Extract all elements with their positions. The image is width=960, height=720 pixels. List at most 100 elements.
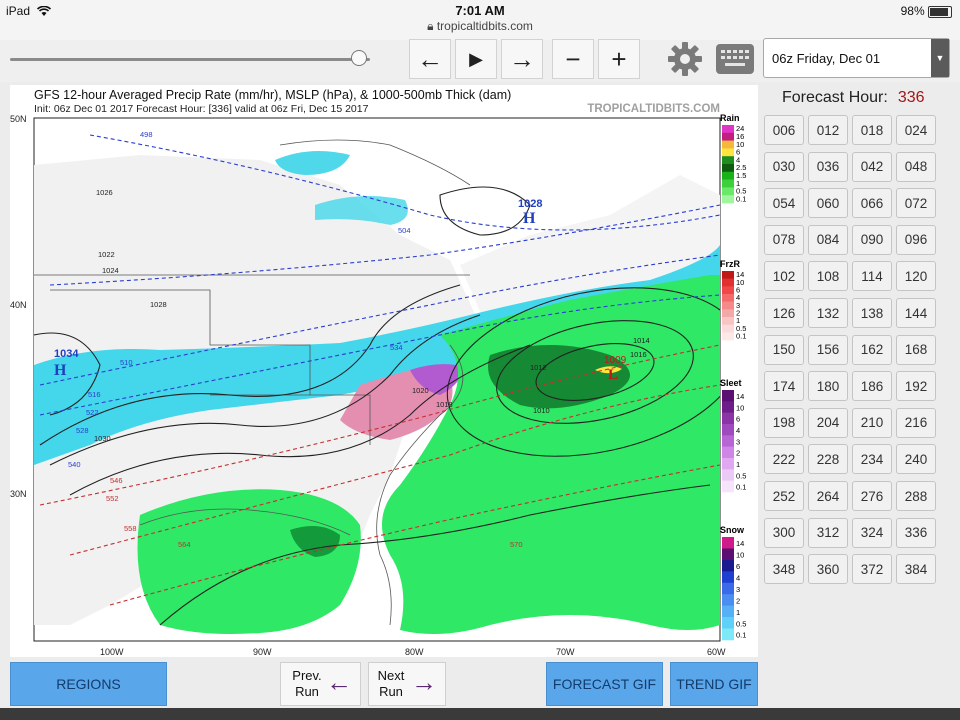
forecast-hour-button[interactable]: 384 [896,554,936,585]
forecast-hour-button[interactable]: 198 [764,407,804,438]
zoom-in-button[interactable]: + [598,39,640,79]
forecast-hour-button[interactable]: 006 [764,115,804,145]
forecast-hour-button[interactable]: 252 [764,481,804,511]
forecast-hour-button[interactable]: 264 [808,481,848,511]
step-back-button[interactable]: ← [409,39,451,79]
forecast-hour-button[interactable]: 192 [896,371,936,402]
forecast-hour-button[interactable]: 186 [852,371,892,402]
forecast-hour-button[interactable]: 156 [808,334,848,365]
forecast-gif-button[interactable]: FORECAST GIF [546,662,663,706]
forecast-hour-button[interactable]: 012 [808,115,848,145]
legend-tick-label: 6 [736,562,740,571]
forecast-hour-button[interactable]: 168 [896,334,936,365]
isobar-label: 1018 [436,400,453,409]
thickness-label: 540 [68,460,81,469]
forecast-hour-button[interactable]: 372 [852,554,892,585]
forecast-hour-button[interactable]: 162 [852,334,892,365]
legend-swatch [722,480,734,493]
forecast-hour-button[interactable]: 030 [764,151,804,182]
legend-swatch [722,390,734,402]
forecast-hour-button[interactable]: 336 [896,517,936,548]
arrow-left-icon: ← [417,43,443,74]
forecast-hour-button[interactable]: 240 [896,444,936,475]
status-bar: iPad 7:01 AM 🔒︎ tropicaltidbits.com 98% [0,0,960,40]
forecast-hour-button[interactable]: 210 [852,407,892,438]
forecast-hour-button[interactable]: 138 [852,298,892,328]
forecast-hour-button[interactable]: 348 [764,554,804,585]
forecast-hour-button[interactable]: 324 [852,517,892,548]
forecast-hour-button[interactable]: 150 [764,334,804,365]
forecast-hour-button[interactable]: 312 [808,517,848,548]
latitude-label: 50N [10,114,27,124]
forecast-hour-button[interactable]: 126 [764,298,804,328]
map-title: GFS 12-hour Averaged Precip Rate (mm/hr)… [34,88,511,102]
legend-swatch [722,148,734,157]
trend-gif-button[interactable]: TREND GIF [670,662,758,706]
forecast-hour-button[interactable]: 144 [896,298,936,328]
forecast-hour-button[interactable]: 108 [808,261,848,292]
forecast-hour-button[interactable]: 060 [808,188,848,219]
forecast-hour-button[interactable]: 114 [852,261,892,292]
rain-area-gulf [137,489,361,634]
next-run-button[interactable]: Next Run → [368,662,446,706]
legend-swatch [722,458,734,470]
isobar-label: 1012 [530,363,547,372]
zoom-out-button[interactable]: − [552,39,594,79]
forecast-hour-button[interactable]: 084 [808,224,848,255]
isobar-label: 1022 [98,250,115,259]
minus-icon: − [565,43,581,74]
forecast-hour-button[interactable]: 222 [764,444,804,475]
forecast-hour-button[interactable]: 054 [764,188,804,219]
forecast-hour-button[interactable]: 120 [896,261,936,292]
keyboard-button[interactable] [716,44,754,74]
clock: 7:01 AM [455,3,505,18]
regions-button[interactable]: REGIONS [10,662,167,706]
legend-swatch [722,271,734,279]
forecast-hour-button[interactable]: 216 [896,407,936,438]
forecast-hour-button[interactable]: 024 [896,115,936,145]
forecast-map[interactable]: GFS 12-hour Averaged Precip Rate (mm/hr)… [10,85,758,657]
time-slider[interactable] [10,58,370,61]
legend-tick-label: 3 [736,585,740,594]
forecast-hour-button[interactable]: 204 [808,407,848,438]
forecast-hour-button[interactable]: 276 [852,481,892,511]
forecast-hour-button[interactable]: 042 [852,151,892,182]
legend-swatch [722,412,734,425]
thickness-label: 498 [140,130,153,139]
play-button[interactable]: ▶ [455,39,497,79]
battery-percent: 98% [900,4,925,18]
forecast-hour-button[interactable]: 018 [852,115,892,145]
forecast-hour-button[interactable]: 360 [808,554,848,585]
legend-swatch [722,605,734,618]
forecast-hour-label: Forecast Hour: [782,89,888,106]
forecast-hour-button[interactable]: 096 [896,224,936,255]
isobar-label: 1020 [412,386,429,395]
url-bar[interactable]: 🔒︎ tropicaltidbits.com [0,19,960,34]
forecast-hour-button[interactable]: 300 [764,517,804,548]
low-pressure-value: 1009 [604,355,627,366]
isobar-label: 1024 [102,266,119,275]
prev-run-button[interactable]: Prev. Run ← [280,662,361,706]
legend-tick-label: 0.5 [736,619,746,628]
forecast-hour-button[interactable]: 072 [896,188,936,219]
legend-swatch [722,469,734,481]
forecast-hour-button[interactable]: 234 [852,444,892,475]
run-select[interactable]: 06z Friday, Dec 01 ▼ [763,38,950,78]
forecast-hour-button[interactable]: 288 [896,481,936,511]
forecast-map-svg: GFS 12-hour Averaged Precip Rate (mm/hr)… [10,88,746,657]
arrow-right-icon: → [509,43,535,74]
forecast-hour-button[interactable]: 228 [808,444,848,475]
forecast-hour-button[interactable]: 066 [852,188,892,219]
settings-button[interactable] [666,40,704,78]
step-forward-button[interactable]: → [501,39,543,79]
forecast-hour-button[interactable]: 036 [808,151,848,182]
forecast-hour-button[interactable]: 102 [764,261,804,292]
high-pressure-value: 1028 [518,198,542,210]
forecast-hour-button[interactable]: 048 [896,151,936,182]
legend-swatch [722,171,734,180]
forecast-hour-button[interactable]: 180 [808,371,848,402]
forecast-hour-button[interactable]: 132 [808,298,848,328]
forecast-hour-button[interactable]: 090 [852,224,892,255]
forecast-hour-button[interactable]: 174 [764,371,804,402]
forecast-hour-button[interactable]: 078 [764,224,804,255]
